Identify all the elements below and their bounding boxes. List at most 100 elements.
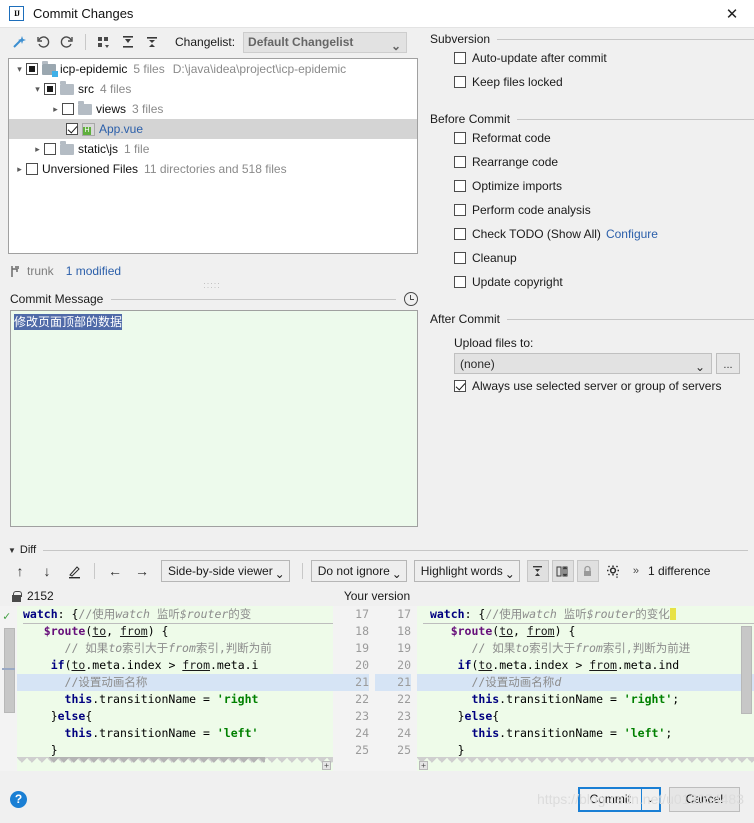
highlight-mode-select[interactable]: Highlight words ⌄ <box>413 560 520 582</box>
tree-item-name: icp-epidemic <box>60 62 128 76</box>
refresh-icon[interactable] <box>56 31 78 53</box>
checkbox-auto-update-after-commit[interactable]: Auto-update after commit <box>430 46 754 70</box>
checkbox-box[interactable] <box>454 76 466 88</box>
checkbox-keep-files-locked[interactable]: Keep files locked <box>430 70 754 94</box>
line-number: 19 <box>397 641 411 655</box>
group-by-icon[interactable] <box>93 31 115 53</box>
tree-item-meta: 3 files <box>132 102 164 116</box>
lock-icon[interactable] <box>576 560 599 582</box>
commit-message-input[interactable]: 修改页面顶部的数据 <box>10 310 418 527</box>
checkbox-cleanup[interactable]: Cleanup <box>430 246 754 270</box>
arrow-down-icon[interactable]: ↓ <box>35 560 59 582</box>
chevron-down-icon[interactable]: ⌄ <box>642 795 659 804</box>
pencil-icon[interactable] <box>62 560 86 582</box>
checkbox-update-copyright[interactable]: Update copyright <box>430 270 754 294</box>
row-checkbox[interactable] <box>26 63 38 75</box>
checkbox-label: Perform code analysis <box>472 203 591 217</box>
arrow-up-icon[interactable]: ↑ <box>8 560 32 582</box>
chevron-right-icon[interactable] <box>13 164 26 175</box>
checkbox-rearrange-code[interactable]: Rearrange code <box>430 150 754 174</box>
checkbox-box[interactable] <box>454 180 466 192</box>
help-icon[interactable]: ? <box>10 790 27 808</box>
checkbox-box[interactable] <box>454 228 466 240</box>
tree-item-name: Unversioned Files <box>42 162 139 176</box>
ignore-mode-select[interactable]: Do not ignore ⌄ <box>310 560 407 582</box>
browse-servers-button[interactable]: ... <box>716 353 740 374</box>
chevron-right-icon[interactable] <box>49 104 62 115</box>
diff-section-header[interactable]: ▼ Diff <box>8 544 748 556</box>
arrow-right-icon[interactable]: → <box>130 560 154 582</box>
table-row[interactable]: src 4 files <box>9 79 417 99</box>
checkbox-box[interactable] <box>454 156 466 168</box>
chevron-down-icon[interactable]: ▼ <box>8 546 16 555</box>
row-checkbox[interactable] <box>66 123 78 135</box>
arrow-left-icon[interactable]: ← <box>103 560 127 582</box>
checkbox-reformat-code[interactable]: Reformat code <box>430 126 754 150</box>
tree-item-name: App.vue <box>99 122 144 136</box>
chevron-down-icon[interactable] <box>31 84 44 95</box>
viewer-mode-select[interactable]: Side-by-side viewer ⌄ <box>161 560 290 582</box>
checkbox-box[interactable] <box>454 380 466 392</box>
cancel-button[interactable]: Cancel <box>668 786 740 812</box>
commit-button[interactable]: Commit ⌄ <box>577 786 661 812</box>
close-icon[interactable]: ✕ <box>710 0 754 28</box>
table-row[interactable]: static\js 1 file <box>9 139 417 159</box>
changelist-select[interactable]: Default Changelist ⌄ <box>243 31 408 53</box>
chevron-right-icon[interactable] <box>31 144 44 155</box>
sync-scroll-icon[interactable] <box>551 560 574 582</box>
line-number: 21 <box>375 674 411 691</box>
table-row[interactable]: views 3 files <box>9 99 417 119</box>
expand-all-icon[interactable] <box>117 31 139 53</box>
table-row[interactable]: Unversioned Files 11 directories and 518… <box>9 159 417 179</box>
left-scrollbar-thumb[interactable] <box>4 628 15 713</box>
after-commit-group-header: After Commit <box>430 312 754 326</box>
checkbox-check-todo[interactable]: Check TODO (Show All) Configure <box>430 222 754 246</box>
checkbox-box[interactable] <box>454 204 466 216</box>
expand-handle-icon[interactable]: + <box>322 761 331 770</box>
right-scrollbar-thumb[interactable] <box>741 626 752 714</box>
modified-count[interactable]: 1 modified <box>66 264 121 278</box>
line-number: 25 <box>355 743 369 757</box>
table-row[interactable]: icp-epidemic 5 files D:\java\idea\projec… <box>9 59 417 79</box>
checkbox-always-use-selected-server[interactable]: Always use selected server or group of s… <box>430 374 754 398</box>
checkbox-label: Update copyright <box>472 275 563 289</box>
checkbox-box[interactable] <box>454 132 466 144</box>
checkbox-optimize-imports[interactable]: Optimize imports <box>430 174 754 198</box>
chevron-down-icon[interactable] <box>13 64 26 75</box>
code-line: // 如果to索引大于from索引,判断为前 <box>23 641 272 655</box>
revert-icon[interactable] <box>32 31 54 53</box>
dialog-footer: ? https://blog.csdn.net/u013054483 Commi… <box>0 775 754 823</box>
row-checkbox[interactable] <box>26 163 38 175</box>
upload-server-select[interactable]: (none) ⌄ <box>454 353 712 374</box>
collapse-unchanged-icon[interactable] <box>526 560 549 582</box>
checkbox-label: Rearrange code <box>472 155 559 169</box>
code-line: // 如果to索引大于from索引,判断为前进 <box>423 641 691 655</box>
diff-left-editor[interactable]: watch: {//使用watch 监听$router的变 $route(to,… <box>17 606 333 771</box>
accept-change-icon[interactable]: ✓ <box>3 609 10 623</box>
checkbox-box[interactable] <box>454 52 466 64</box>
table-row[interactable]: App.vue <box>9 119 417 139</box>
row-checkbox[interactable] <box>44 143 56 155</box>
checkbox-box[interactable] <box>454 252 466 264</box>
diff-right-editor[interactable]: watch: {//使用watch 监听$router的变化 $route(to… <box>417 606 754 771</box>
commit-options-pane: Subversion Auto-update after commit Keep… <box>424 28 754 540</box>
tree-item-meta: 1 file <box>124 142 150 156</box>
changed-files-tree[interactable]: icp-epidemic 5 files D:\java\idea\projec… <box>8 58 418 254</box>
clock-icon[interactable] <box>404 292 418 306</box>
magic-wand-icon[interactable] <box>8 31 30 53</box>
checkbox-perform-code-analysis[interactable]: Perform code analysis <box>430 198 754 222</box>
gear-icon[interactable] <box>602 560 626 582</box>
horizontal-scrollbar-thumb[interactable] <box>49 757 265 771</box>
diff-toolbar: ↑ ↓ ← → Side-by-side viewer ⌄ Do not ign… <box>0 556 754 586</box>
row-checkbox[interactable] <box>44 83 56 95</box>
collapse-all-icon[interactable] <box>141 31 163 53</box>
configure-link[interactable]: Configure <box>606 227 658 241</box>
checkbox-box[interactable] <box>454 276 466 288</box>
expand-handle-icon[interactable]: + <box>419 761 428 770</box>
row-checkbox[interactable] <box>62 103 74 115</box>
overflow-menu-icon[interactable]: » <box>633 565 639 577</box>
folder-icon <box>60 140 74 155</box>
dialog-main-area: Changelist: Default Changelist ⌄ icp-epi… <box>0 28 754 540</box>
splitter-handle[interactable]: ::::: <box>0 280 424 290</box>
toolbar-divider <box>85 34 86 50</box>
